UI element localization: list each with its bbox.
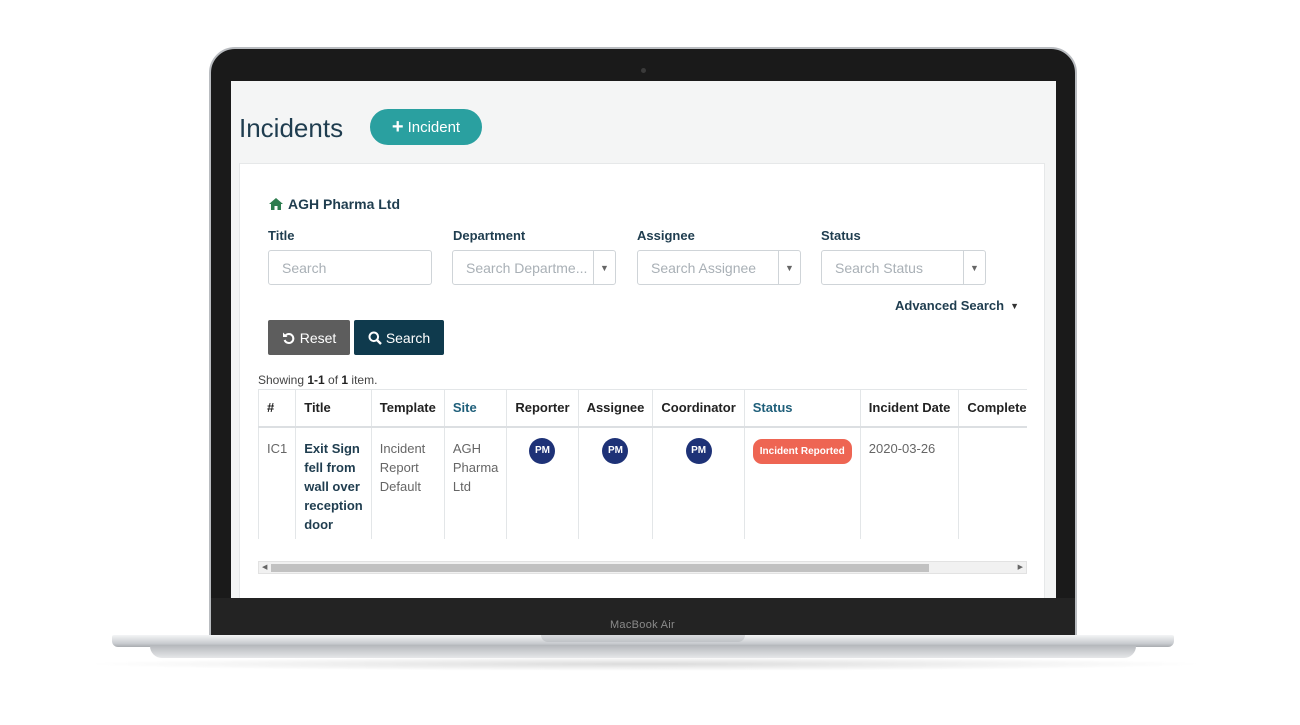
app-screen: Incidents + Incident AGH Pharma Ltd Titl… (231, 81, 1056, 598)
col-header-coordinator[interactable]: Coordinator (652, 389, 745, 428)
undo-icon (282, 332, 294, 344)
cell-coordinator: PM (652, 426, 745, 539)
camera-icon (641, 68, 646, 73)
reset-button[interactable]: Reset (268, 320, 350, 355)
title-search-input[interactable]: Search (268, 250, 432, 285)
company-name: AGH Pharma Ltd (288, 196, 401, 212)
incidents-table: # Title Template Site Reporter Assignee … (258, 389, 1027, 539)
incidents-table-wrapper: # Title Template Site Reporter Assignee … (258, 389, 1027, 539)
laptop-base-bottom (150, 646, 1136, 658)
cell-incident-date: 2020-03-26 (859, 426, 960, 539)
department-select[interactable]: Search Departme... ▼ (452, 250, 616, 285)
add-incident-label: Incident (407, 118, 461, 136)
search-label: Search (385, 329, 431, 346)
cell-assignee: PM (577, 426, 654, 539)
title-search-placeholder: Search (282, 259, 327, 276)
status-badge: Incident Reported (752, 438, 852, 464)
status-select-placeholder: Search Status (835, 259, 923, 276)
assignee-select[interactable]: Search Assignee ▼ (637, 250, 801, 285)
chevron-down-icon[interactable]: ▼ (963, 251, 985, 284)
scroll-left-icon[interactable]: ◀ (262, 562, 267, 573)
advanced-search-label: Advanced Search (895, 298, 1005, 313)
add-incident-button[interactable]: + Incident (370, 109, 482, 145)
caret-down-icon: ▼ (1010, 300, 1020, 311)
department-select-placeholder: Search Departme... (466, 259, 588, 276)
cell-id: IC1 (258, 426, 297, 539)
chevron-down-icon[interactable]: ▼ (593, 251, 615, 284)
assignee-filter-label: Assignee (637, 228, 695, 243)
search-icon (368, 331, 382, 345)
device-brand: MacBook Air (609, 619, 676, 631)
assignee-select-placeholder: Search Assignee (651, 259, 757, 276)
status-select[interactable]: Search Status ▼ (821, 250, 986, 285)
cell-completed (958, 426, 1027, 539)
advanced-search-toggle[interactable]: Advanced Search ▼ (895, 298, 1019, 313)
scroll-right-icon[interactable]: ▶ (1018, 562, 1023, 573)
cell-title-link[interactable]: Exit Sign fell from wall over reception … (295, 426, 372, 539)
chevron-down-icon[interactable]: ▼ (778, 251, 800, 284)
company-breadcrumb[interactable]: AGH Pharma Ltd (268, 196, 400, 212)
assignee-avatar[interactable]: PM (602, 437, 629, 464)
summary-suffix: item. (348, 373, 378, 387)
title-filter-label: Title (268, 228, 295, 243)
incidents-panel: AGH Pharma Ltd Title Department Assignee… (239, 163, 1045, 598)
department-filter-label: Department (453, 228, 526, 243)
coordinator-avatar[interactable]: PM (685, 437, 712, 464)
search-button[interactable]: Search (354, 320, 444, 355)
col-header-completed[interactable]: Completed (958, 389, 1027, 428)
cell-status: Incident Reported (743, 426, 861, 539)
col-header-template[interactable]: Template (370, 389, 445, 428)
horizontal-scrollbar[interactable]: ◀ ▶ (258, 561, 1027, 574)
cell-reporter: PM (506, 426, 579, 539)
col-header-title[interactable]: Title (295, 389, 372, 428)
reset-label: Reset (299, 329, 337, 346)
cell-site: AGH Pharma Ltd (443, 426, 508, 539)
col-header-assignee[interactable]: Assignee (577, 389, 654, 428)
scrollbar-thumb[interactable] (271, 564, 929, 572)
plus-icon: + (391, 116, 404, 138)
col-header-reporter[interactable]: Reporter (506, 389, 579, 428)
home-icon (269, 198, 283, 210)
summary-range: 1-1 (307, 373, 325, 387)
col-header-number: # (258, 389, 297, 428)
summary-prefix: Showing (258, 373, 308, 387)
status-filter-label: Status (821, 228, 861, 243)
results-summary: Showing 1-1 of 1 item. (258, 373, 377, 387)
page-title: Incidents (239, 113, 344, 143)
table-row[interactable]: IC1 Exit Sign fell from wall over recept… (258, 426, 1027, 539)
laptop-notch (541, 635, 745, 642)
laptop-shadow (80, 657, 1210, 671)
cell-template: Incident Report Default (370, 426, 445, 539)
col-header-site[interactable]: Site (443, 389, 508, 428)
table-header-row: # Title Template Site Reporter Assignee … (258, 389, 1027, 428)
reporter-avatar[interactable]: PM (529, 437, 556, 464)
col-header-status[interactable]: Status (743, 389, 861, 428)
summary-mid: of (324, 373, 342, 387)
col-header-incident-date[interactable]: Incident Date (859, 389, 960, 428)
